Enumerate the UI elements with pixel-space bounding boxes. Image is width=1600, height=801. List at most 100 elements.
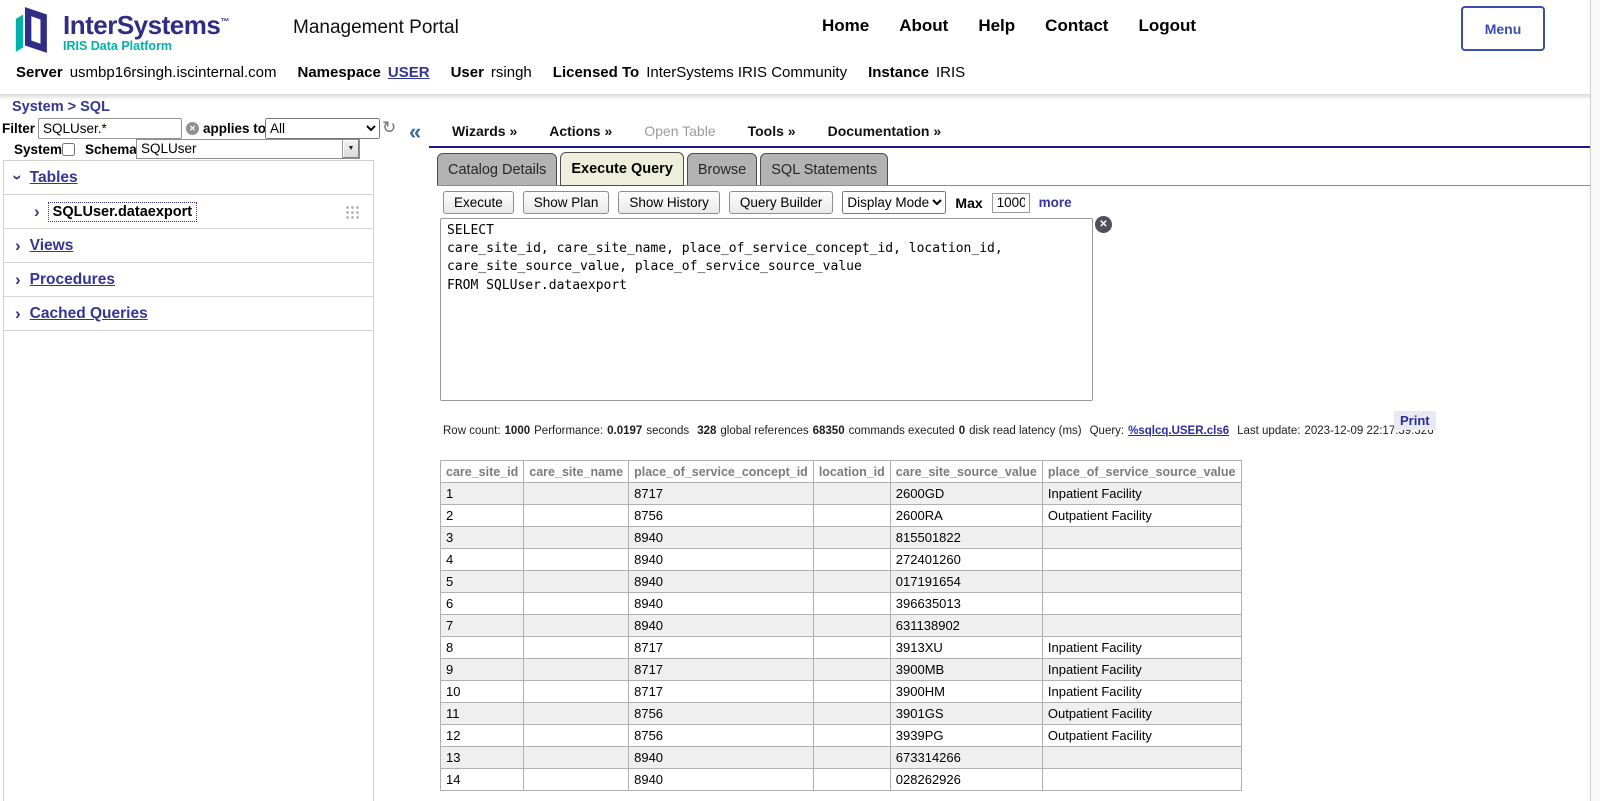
tab-catalog-details[interactable]: Catalog Details [437,153,557,186]
table-cell: 3901GS [890,703,1042,725]
table-cell [524,571,629,593]
col-place-of-service-concept-id: place_of_service_concept_id [629,461,814,483]
menu-tools[interactable]: Tools » [748,123,796,139]
execute-button[interactable]: Execute [443,191,514,214]
tab-browse[interactable]: Browse [687,153,757,186]
nav-about[interactable]: About [899,16,948,36]
table-cell: 8717 [629,681,814,703]
schema-label: Schema [85,142,137,157]
table-cell: 2600RA [890,505,1042,527]
breadcrumb-sql[interactable]: SQL [80,99,110,115]
tree-item-dataexport[interactable]: › SQLUser.dataexport [4,195,373,229]
table-row: 1087173900HMInpatient Facility [441,681,1242,703]
table-row: 68940396635013 [441,593,1242,615]
table-cell [813,549,890,571]
table-row: 48940272401260 [441,549,1242,571]
table-cell: 815501822 [890,527,1042,549]
table-cell [524,747,629,769]
chevron-down-icon[interactable]: › [9,175,26,181]
table-row: 1187563901GSOutpatient Facility [441,703,1242,725]
query-builder-button[interactable]: Query Builder [729,191,834,214]
table-cell: 272401260 [890,549,1042,571]
applies-to-select[interactable]: All [265,118,380,139]
collapse-sidebar-icon[interactable]: « [409,119,421,145]
max-label: Max [955,195,982,211]
table-cell: 8756 [629,703,814,725]
chevron-right-icon[interactable]: › [15,237,21,254]
table-cell: 028262926 [890,769,1042,791]
more-link[interactable]: more [1039,195,1072,210]
tree-item-tables[interactable]: › Tables [4,161,373,195]
logo-subtitle: IRIS Data Platform [63,39,229,53]
table-row: 287562600RAOutpatient Facility [441,505,1242,527]
breadcrumb-separator: > [68,99,76,115]
show-history-button[interactable]: Show History [618,191,720,214]
table-cell: 8940 [629,747,814,769]
nav-logout[interactable]: Logout [1138,16,1196,36]
menu-actions[interactable]: Actions » [549,123,612,139]
nav-help[interactable]: Help [978,16,1015,36]
applies-to-label: applies to [203,121,266,136]
vertical-scrollbar[interactable] [1590,0,1600,801]
schema-dropdown-icon[interactable]: ▼ [342,140,359,158]
clear-query-icon[interactable]: ✕ [1095,216,1112,233]
tree-tables-link[interactable]: Tables [30,169,78,187]
menu-wizards[interactable]: Wizards » [452,123,517,139]
table-cell [1042,615,1241,637]
drag-grip-icon[interactable] [345,205,359,219]
tree-procedures-link[interactable]: Procedures [30,271,115,289]
table-cell [524,505,629,527]
tree-item-views[interactable]: › Views [4,229,373,263]
show-plan-button[interactable]: Show Plan [523,191,610,214]
intersystems-logo-icon [14,4,56,61]
menu-documentation[interactable]: Documentation » [828,123,942,139]
cached-query-link[interactable]: %sqlcq.USER.cls6 [1128,425,1229,437]
table-cell: 13 [441,747,524,769]
server-info: Serverusmbp16rsingh.iscinternal.com [16,64,276,81]
chevron-right-icon[interactable]: › [15,305,21,322]
schema-combobox[interactable]: SQLUser ▼ [136,139,360,159]
filter-input[interactable] [38,118,182,139]
table-cell [524,725,629,747]
table-cell [813,483,890,505]
nav-contact[interactable]: Contact [1045,16,1108,36]
clear-filter-icon[interactable]: ✕ [186,122,199,135]
table-row: 58940017191654 [441,571,1242,593]
table-cell [524,681,629,703]
table-cell: 017191654 [890,571,1042,593]
table-cell: 9 [441,659,524,681]
chevron-right-icon[interactable]: › [15,271,21,288]
display-mode-select[interactable]: Display Mode [842,191,946,214]
system-checkbox[interactable] [62,143,75,156]
table-cell: 6 [441,593,524,615]
header-separator [0,94,1600,100]
table-cell [1042,549,1241,571]
tab-execute-query[interactable]: Execute Query [560,152,684,186]
menu-open-table: Open Table [644,123,715,139]
table-cell: 8 [441,637,524,659]
table-cell: 8940 [629,549,814,571]
namespace-link[interactable]: USER [388,64,430,81]
table-cell [1042,571,1241,593]
table-cell: 8940 [629,769,814,791]
nav-home[interactable]: Home [822,16,869,36]
breadcrumb-system[interactable]: System [12,99,64,115]
refresh-icon[interactable]: ↻ [382,118,396,138]
col-care-site-source-value: care_site_source_value [890,461,1042,483]
chevron-right-icon[interactable]: › [34,203,40,220]
tree-dataexport-link[interactable]: SQLUser.dataexport [49,203,196,221]
tree-cached-queries-link[interactable]: Cached Queries [30,305,148,323]
max-rows-input[interactable] [992,193,1030,213]
print-button[interactable]: Print [1394,411,1436,430]
table-cell: Outpatient Facility [1042,703,1241,725]
menu-button[interactable]: Menu [1461,6,1545,51]
filter-label: Filter [2,121,35,136]
table-cell [813,505,890,527]
tab-sql-statements[interactable]: SQL Statements [760,153,888,186]
tree-item-procedures[interactable]: › Procedures [4,263,373,297]
tree-item-cached-queries[interactable]: › Cached Queries [4,297,373,331]
query-toolbar: Execute Show Plan Show History Query Bui… [443,191,1072,214]
sql-query-textarea[interactable]: SELECT care_site_id, care_site_name, pla… [440,218,1093,401]
tree-views-link[interactable]: Views [30,237,74,255]
table-cell: 2600GD [890,483,1042,505]
